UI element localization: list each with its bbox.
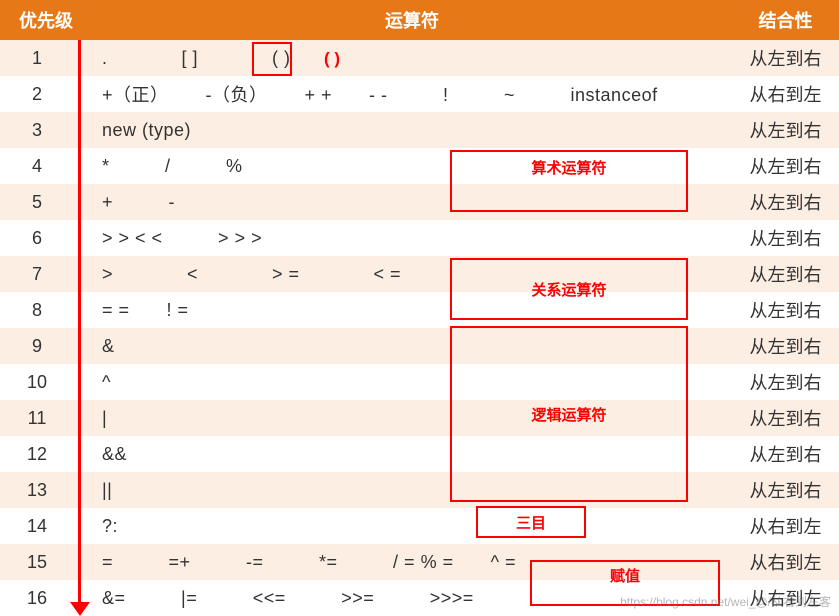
- cell-priority: 9: [0, 328, 92, 364]
- cell-operators: * / %: [92, 148, 732, 184]
- col-header-priority: 优先级: [0, 0, 92, 40]
- cell-priority: 4: [0, 148, 92, 184]
- cell-associativity: 从右到左: [732, 580, 839, 616]
- cell-priority: 3: [0, 112, 92, 148]
- cell-priority: 6: [0, 220, 92, 256]
- table-row: 12&&从左到右: [0, 436, 839, 472]
- cell-priority: 12: [0, 436, 92, 472]
- table-row: 2+（正） -（负） + + - - ! ~ instanceof从右到左: [0, 76, 839, 112]
- cell-associativity: 从左到右: [732, 40, 839, 76]
- cell-priority: 8: [0, 292, 92, 328]
- cell-associativity: 从左到右: [732, 364, 839, 400]
- table-row: 6> > < < > > >从左到右: [0, 220, 839, 256]
- table-row: 16&= |= <<= >>= >>>=从右到左: [0, 580, 839, 616]
- table-row: 7> < > = < =从左到右: [0, 256, 839, 292]
- table-row: 14?:从右到左: [0, 508, 839, 544]
- cell-priority: 1: [0, 40, 92, 76]
- cell-operators: ^: [92, 364, 732, 400]
- cell-operators: ?:: [92, 508, 732, 544]
- cell-associativity: 从左到右: [732, 400, 839, 436]
- cell-associativity: 从左到右: [732, 472, 839, 508]
- cell-associativity: 从左到右: [732, 112, 839, 148]
- cell-priority: 16: [0, 580, 92, 616]
- cell-associativity: 从左到右: [732, 256, 839, 292]
- cell-associativity: 从左到右: [732, 184, 839, 220]
- cell-operators: ||: [92, 472, 732, 508]
- table-row: 15= =+ -= *= / = % = ^ =从右到左: [0, 544, 839, 580]
- table-row: 8= = ! =从左到右: [0, 292, 839, 328]
- cell-priority: 5: [0, 184, 92, 220]
- table-row: 10^从左到右: [0, 364, 839, 400]
- table-row: 9&从左到右: [0, 328, 839, 364]
- cell-operators: + -: [92, 184, 732, 220]
- col-header-associativity: 结合性: [732, 0, 839, 40]
- table-row: 3new (type)从左到右: [0, 112, 839, 148]
- cell-associativity: 从左到右: [732, 220, 839, 256]
- cell-priority: 15: [0, 544, 92, 580]
- operator-precedence-table: 优先级 运算符 结合性 1. [ ] ( )从左到右2+（正） -（负） + +…: [0, 0, 839, 616]
- cell-priority: 11: [0, 400, 92, 436]
- cell-associativity: 从右到左: [732, 544, 839, 580]
- cell-operators: &: [92, 328, 732, 364]
- cell-priority: 10: [0, 364, 92, 400]
- cell-priority: 13: [0, 472, 92, 508]
- table-row: 11|从左到右: [0, 400, 839, 436]
- col-header-operator: 运算符: [92, 0, 732, 40]
- cell-operators: +（正） -（负） + + - - ! ~ instanceof: [92, 76, 732, 112]
- cell-priority: 2: [0, 76, 92, 112]
- cell-operators: > < > = < =: [92, 256, 732, 292]
- cell-priority: 7: [0, 256, 92, 292]
- table-row: 5+ -从左到右: [0, 184, 839, 220]
- cell-associativity: 从左到右: [732, 436, 839, 472]
- cell-operators: = =+ -= *= / = % = ^ =: [92, 544, 732, 580]
- table-row: 1. [ ] ( )从左到右: [0, 40, 839, 76]
- cell-associativity: 从右到左: [732, 76, 839, 112]
- cell-priority: 14: [0, 508, 92, 544]
- cell-associativity: 从右到左: [732, 508, 839, 544]
- table-row: 4* / %从左到右: [0, 148, 839, 184]
- cell-operators: = = ! =: [92, 292, 732, 328]
- cell-associativity: 从左到右: [732, 148, 839, 184]
- cell-operators: &= |= <<= >>= >>>=: [92, 580, 732, 616]
- table-header-row: 优先级 运算符 结合性: [0, 0, 839, 40]
- cell-operators: . [ ] ( ): [92, 40, 732, 76]
- cell-operators: > > < < > > >: [92, 220, 732, 256]
- cell-operators: new (type): [92, 112, 732, 148]
- cell-associativity: 从左到右: [732, 292, 839, 328]
- table-row: 13||从左到右: [0, 472, 839, 508]
- cell-associativity: 从左到右: [732, 328, 839, 364]
- cell-operators: &&: [92, 436, 732, 472]
- cell-operators: |: [92, 400, 732, 436]
